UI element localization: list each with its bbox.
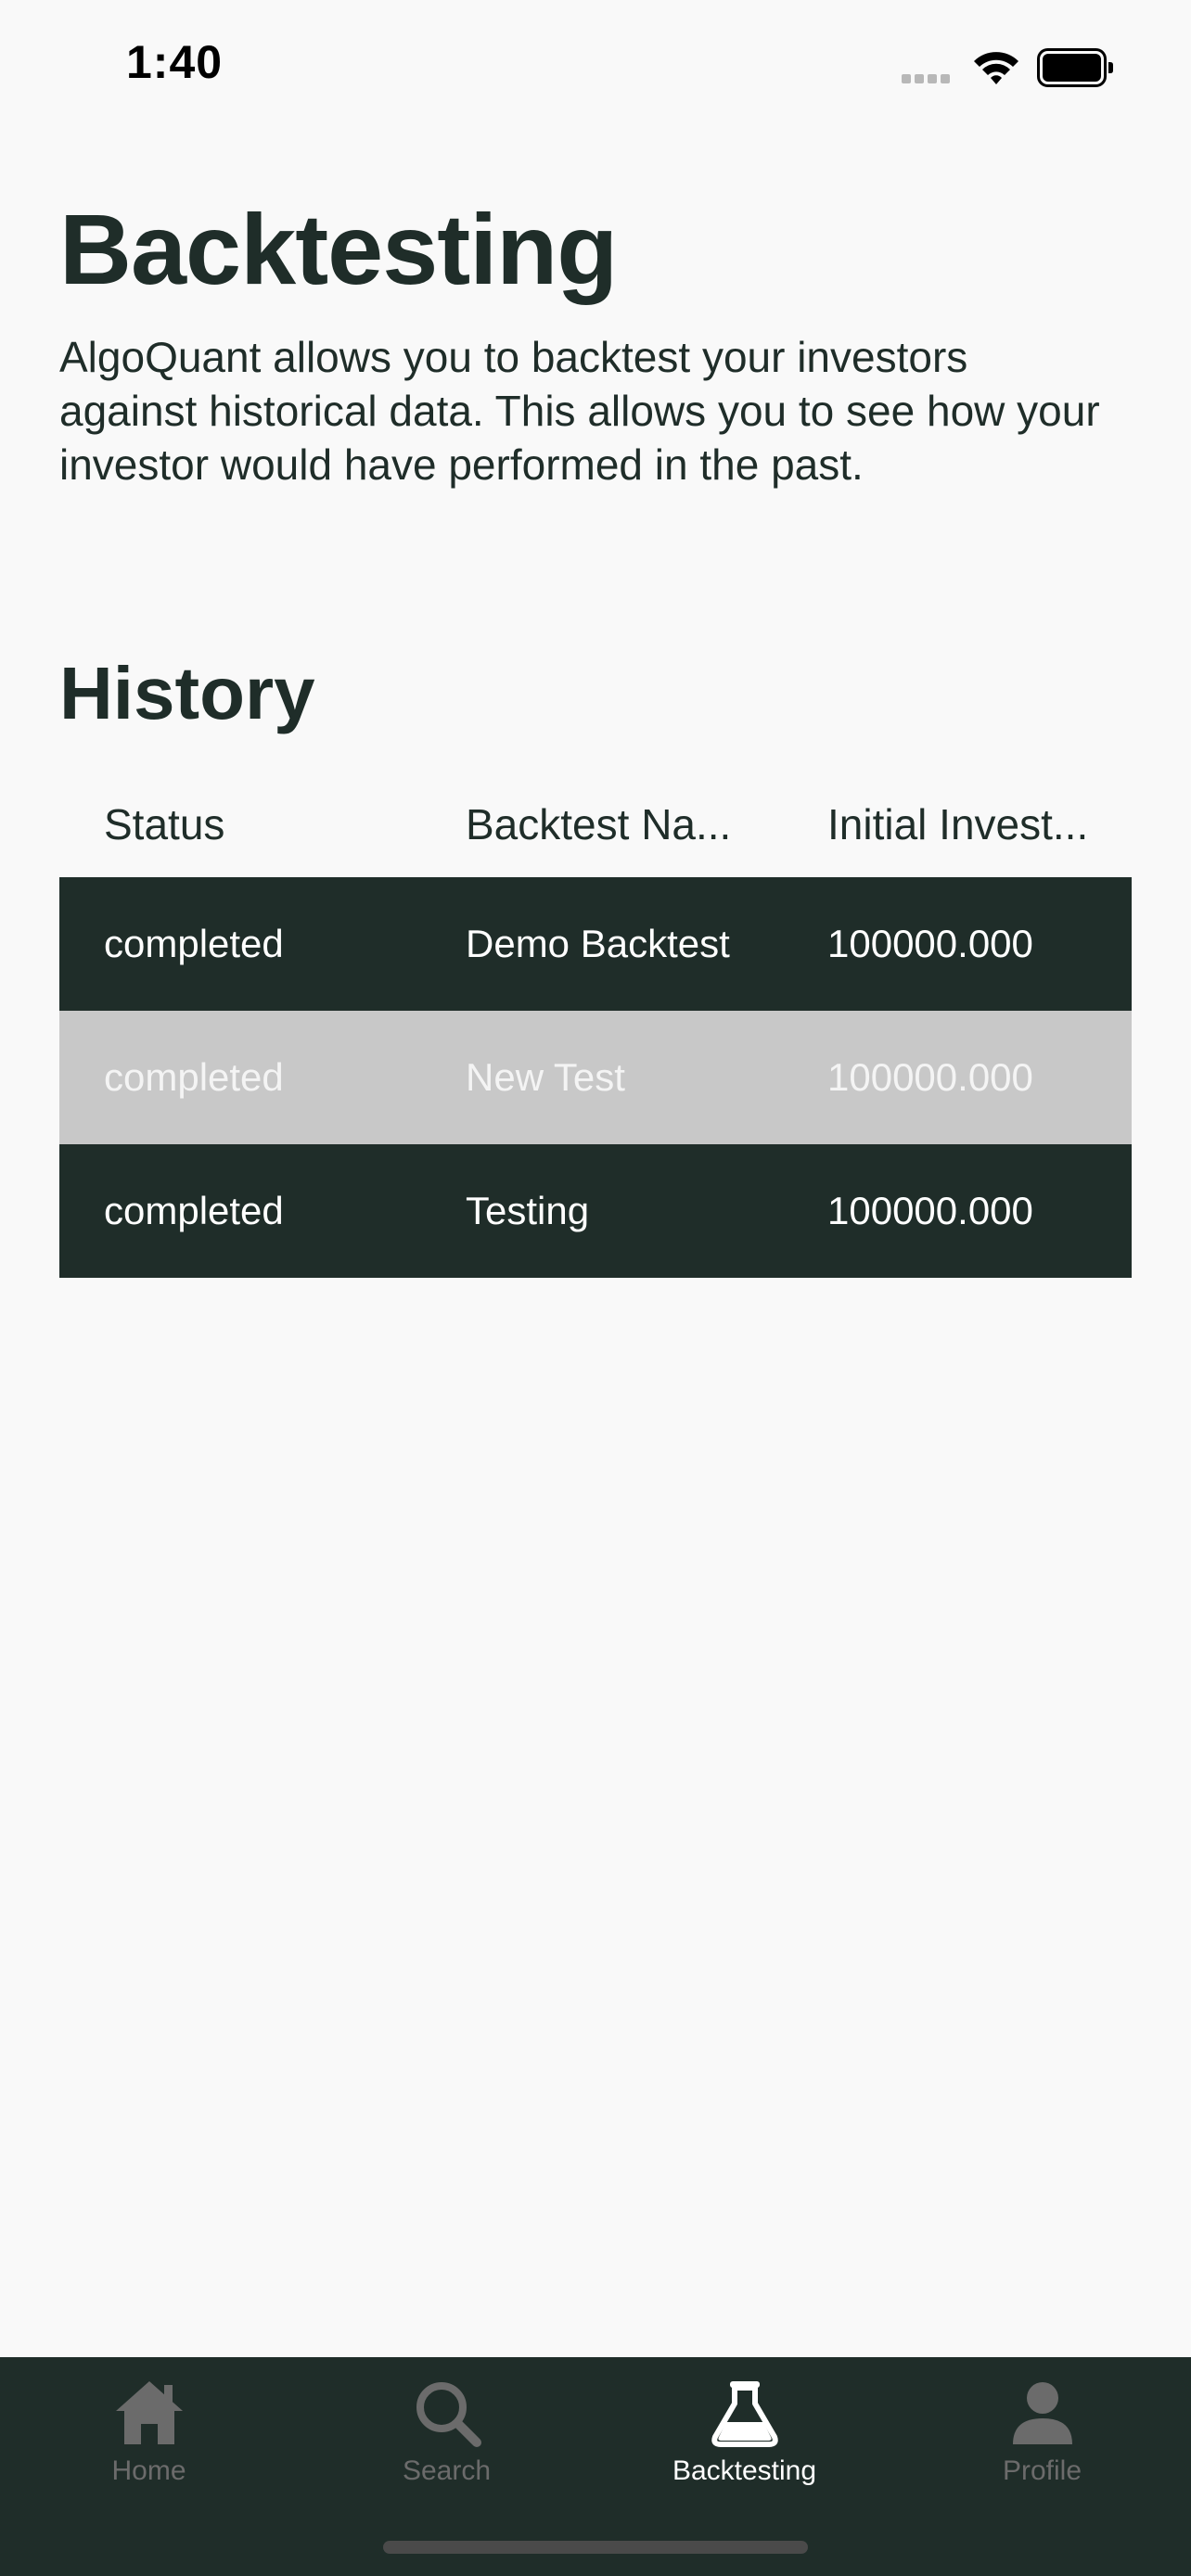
table-header: Status Backtest Na... Initial Invest... [59,772,1132,877]
cell-status: completed [104,1189,284,1232]
tab-label-profile: Profile [1002,2455,1082,2486]
tab-home[interactable]: Home [0,2357,298,2506]
page-title: Backtesting [59,193,618,305]
cell-backtest-name: Demo Backtest [466,922,730,965]
page-description: AlgoQuant allows you to backtest your in… [59,333,1100,489]
column-header-backtest-name[interactable]: Backtest Na... [466,772,809,877]
wifi-icon [974,52,1018,84]
tab-search[interactable]: Search [298,2357,596,2506]
battery-icon [1037,48,1113,87]
tab-backtesting[interactable]: Backtesting [596,2357,893,2506]
home-indicator [383,2541,808,2554]
history-table: Status Backtest Na... Initial Invest... … [59,772,1132,1278]
tab-label-backtesting: Backtesting [672,2455,817,2486]
cell-status: completed [104,922,284,965]
table-row[interactable]: completed Demo Backtest 100000.000 [59,877,1132,1011]
cell-initial-investment: 100000.000 [827,922,1033,965]
cell-backtest-name: Testing [466,1189,590,1232]
status-bar: 1:40 [0,0,1191,130]
search-icon [416,2382,481,2447]
status-time: 1:40 [126,36,224,88]
profile-icon [1012,2382,1072,2444]
cell-backtest-name: New Test [466,1055,625,1099]
table-row[interactable]: completed New Test 100000.000 [59,1011,1132,1144]
tab-label-home: Home [111,2455,186,2486]
cell-initial-investment: 100000.000 [827,1189,1033,1232]
column-header-initial-investment[interactable]: Initial Invest... [827,772,1115,877]
tab-profile[interactable]: Profile [893,2357,1191,2506]
table-row[interactable]: completed Testing 100000.000 [59,1144,1132,1278]
cell-status: completed [104,1055,284,1099]
home-icon [115,2381,183,2444]
cell-initial-investment: 100000.000 [827,1055,1033,1099]
tab-label-search: Search [402,2455,492,2486]
column-header-status[interactable]: Status [104,772,419,877]
history-title: History [59,652,315,734]
flask-icon [711,2381,778,2447]
